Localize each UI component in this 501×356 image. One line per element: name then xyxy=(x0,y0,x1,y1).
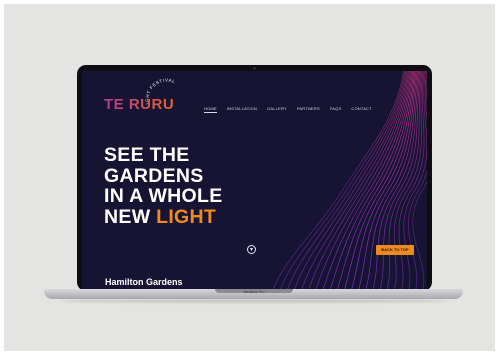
chevron-down-icon: ▾ xyxy=(249,247,253,253)
headline-line-1: SEE THE xyxy=(104,144,190,166)
nav-contact[interactable]: CONTACT xyxy=(351,106,371,113)
main-nav: HOME INSTALLATION GALLERY PARTNERS FAQS … xyxy=(204,106,372,113)
headline-line-4: NEW LIGHT xyxy=(104,205,223,228)
device-label: MacBook Pro xyxy=(243,290,265,294)
nav-gallery[interactable]: GALLERY xyxy=(267,106,287,113)
light-wave-line xyxy=(287,71,407,289)
laptop-shadow xyxy=(60,299,448,303)
webcam xyxy=(253,67,256,70)
light-wave-line xyxy=(273,71,404,289)
website-screen: LIGHT FESTIVAL TE RURU HOME INSTALLATION… xyxy=(82,71,427,289)
footer-title: Hamilton Gardens xyxy=(105,277,183,287)
light-wave-line xyxy=(322,71,413,289)
headline-line-2: GARDENS xyxy=(104,164,204,187)
nav-installation[interactable]: INSTALLATION xyxy=(227,106,257,113)
scroll-down-button[interactable]: ▾ xyxy=(247,245,256,254)
nav-partners[interactable]: PARTNERS xyxy=(297,106,320,113)
light-wave-line xyxy=(365,71,419,289)
site-logo[interactable]: TE RURU xyxy=(104,96,174,113)
nav-faqs[interactable]: FAQS xyxy=(330,106,341,113)
headline-light: LIGHT xyxy=(156,205,217,228)
light-wave-line xyxy=(301,71,409,289)
headline-new: NEW xyxy=(104,205,151,228)
nav-home[interactable]: HOME xyxy=(204,106,217,113)
hero-headline: SEE THE GARDENS IN A WHOLE NEW LIGHT xyxy=(104,145,223,227)
headline-line-3: IN A WHOLE xyxy=(104,185,223,207)
back-to-top-button[interactable]: BACK TO TOP xyxy=(376,245,414,255)
